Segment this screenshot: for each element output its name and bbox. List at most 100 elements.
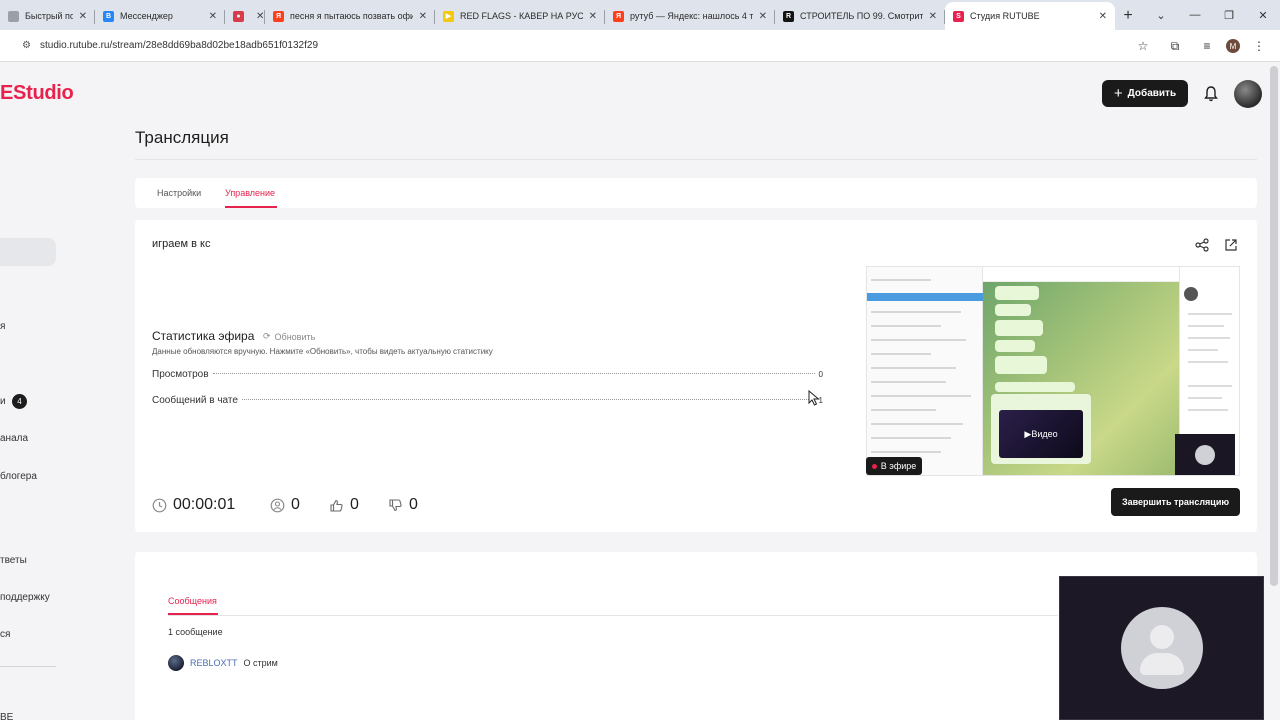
media-control-icon[interactable]: ≡ xyxy=(1194,33,1220,59)
webcam-overlay[interactable] xyxy=(1059,576,1264,720)
yandex-icon: Я xyxy=(273,10,284,22)
refresh-label: Обновить xyxy=(274,331,316,342)
restore-icon[interactable]: ❐ xyxy=(1212,0,1246,30)
browser-tab[interactable]: S Студия RUTUBE ✕ xyxy=(945,2,1115,30)
live-label: В эфире xyxy=(880,461,917,471)
browser-tab[interactable]: ▶ RED FLAGS - КАВЕР НА РУССК ✕ xyxy=(435,2,605,30)
logo-text: Studio xyxy=(13,82,74,104)
minimize-icon[interactable]: — xyxy=(1178,0,1212,30)
browser-tab-title: Быстрый поиск в ин xyxy=(25,11,73,21)
sidebar-item-2[interactable]: и xyxy=(0,396,6,407)
bookmark-star-icon[interactable]: ☆ xyxy=(1130,33,1156,59)
sidebar-item-6[interactable]: поддержку xyxy=(0,592,50,603)
sidebar-badge: 4 xyxy=(12,394,27,409)
url-field[interactable]: studio.rutube.ru/stream/28e8dd69ba8d02be… xyxy=(40,40,318,51)
tab-settings[interactable]: Настройки xyxy=(157,188,201,198)
live-dot-icon xyxy=(871,463,877,469)
browser-tab[interactable]: Быстрый поиск в ин ✕ xyxy=(0,2,95,30)
youtube-icon: ▶ xyxy=(443,10,454,22)
sidebar-item-8[interactable]: BE xyxy=(0,712,13,720)
notifications-bell-icon[interactable] xyxy=(1201,84,1221,104)
preview-line xyxy=(871,339,966,341)
stream-preview[interactable]: ▶ Видео xyxy=(866,266,1240,476)
browser-tab[interactable]: В Мессенджер ✕ xyxy=(95,2,225,30)
preview-line xyxy=(871,423,963,425)
stat-views-value: 0 xyxy=(818,370,823,379)
preview-webcam xyxy=(1175,434,1235,475)
add-button[interactable]: + Добавить xyxy=(1102,80,1188,107)
end-stream-button[interactable]: Завершить трансляцию xyxy=(1111,488,1240,516)
user-placeholder-icon xyxy=(1195,445,1215,465)
sidebar-item-5[interactable]: тветы xyxy=(0,555,27,566)
close-tab-icon[interactable]: ✕ xyxy=(419,11,427,22)
page-scrollbar[interactable] xyxy=(1270,66,1278,586)
browser-tab[interactable]: Япесня я пытаюсь позвать офи ✕ xyxy=(265,2,435,30)
preview-line xyxy=(1188,397,1222,399)
preview-selected-chat xyxy=(867,293,983,301)
play-icon: ▶ xyxy=(1024,428,1032,439)
dislikes-meter: 0 xyxy=(388,496,418,514)
browser-tab[interactable]: Ярутуб — Яндекс: нашлось 4 т ✕ xyxy=(605,2,775,30)
close-tab-icon[interactable]: ✕ xyxy=(589,11,597,22)
sidebar-item-4[interactable]: блогера xyxy=(0,471,37,482)
preview-line xyxy=(871,451,941,453)
preview-bubble xyxy=(995,340,1035,352)
mouse-cursor-icon xyxy=(808,390,820,406)
placeholder-head xyxy=(1149,625,1174,649)
preview-line xyxy=(1188,313,1232,315)
logo-mark: E xyxy=(0,82,14,104)
close-window-icon[interactable]: ✕ xyxy=(1246,0,1280,30)
message-text: О стрим xyxy=(243,658,278,668)
browser-tabbar: Быстрый поиск в ин✕ВМессенджер✕●✕Япесня … xyxy=(0,0,1280,30)
tab-manage[interactable]: Управление xyxy=(225,188,275,198)
add-button-label: Добавить xyxy=(1127,88,1177,99)
viewers-meter: 0 xyxy=(270,496,300,514)
browser-tab-title: песня я пытаюсь позвать офи xyxy=(290,11,413,21)
browser-tab[interactable]: R СТРОИТЕЛЬ ПО 99. Смотрите ✕ xyxy=(775,2,945,30)
message-count: 1 сообщение xyxy=(168,627,223,637)
preview-line xyxy=(871,409,936,411)
sidebar-item-3[interactable]: анала xyxy=(0,433,28,444)
user-placeholder-icon xyxy=(1120,607,1203,689)
preview-bubble xyxy=(995,286,1039,300)
sidebar-item-1[interactable]: я xyxy=(0,321,5,332)
tab-messages[interactable]: Сообщения xyxy=(168,596,217,606)
close-tab-icon[interactable]: ✕ xyxy=(209,11,217,22)
close-tab-icon[interactable]: ✕ xyxy=(256,11,264,22)
address-bar: ⚙ studio.rutube.ru/stream/28e8dd69ba8d02… xyxy=(0,30,1280,62)
title-divider xyxy=(135,159,1257,160)
close-tab-icon[interactable]: ✕ xyxy=(929,11,937,22)
extensions-icon[interactable]: ⧉ xyxy=(1162,33,1188,59)
close-tab-icon[interactable]: ✕ xyxy=(759,11,767,22)
preview-line xyxy=(1188,361,1228,363)
sidebar-item-7[interactable]: ся xyxy=(0,629,10,640)
vk-icon: В xyxy=(103,10,114,22)
profile-avatar[interactable]: M xyxy=(1226,39,1240,53)
chevron-down-icon[interactable]: ⌄ xyxy=(1144,0,1178,30)
close-tab-icon[interactable]: ✕ xyxy=(1099,11,1107,22)
message-avatar[interactable] xyxy=(168,655,184,671)
preview-line xyxy=(871,381,946,383)
open-external-icon[interactable] xyxy=(1224,238,1238,252)
window-controls: ⌄ — ❐ ✕ xyxy=(1144,0,1280,30)
preview-bubble xyxy=(995,320,1043,336)
user-avatar[interactable] xyxy=(1234,80,1262,108)
duration-value: 00:00:01 xyxy=(173,496,236,513)
close-tab-icon[interactable]: ✕ xyxy=(79,11,87,22)
site-settings-icon[interactable]: ⚙ xyxy=(22,40,34,52)
more-menu-icon[interactable]: ⋮ xyxy=(1246,33,1272,59)
sidebar-active-item[interactable] xyxy=(0,238,56,266)
browser-tab-title: Мессенджер xyxy=(120,11,173,21)
preview-chat-area: ▶ Видео xyxy=(983,282,1179,475)
refresh-button[interactable]: ⟳ Обновить xyxy=(263,331,315,342)
share-icon[interactable] xyxy=(1195,238,1209,252)
browser-tab[interactable]: ● ✕ xyxy=(225,2,265,30)
new-tab-icon[interactable]: + xyxy=(1115,2,1141,30)
preview-line xyxy=(1188,349,1218,351)
rutube-studio-logo[interactable]: EStudio xyxy=(0,82,74,105)
likes-meter: 0 xyxy=(329,496,359,514)
placeholder-body xyxy=(1139,653,1184,675)
clock-icon xyxy=(152,498,167,512)
dislikes-value: 0 xyxy=(409,496,418,513)
message-author[interactable]: REBLOXTT xyxy=(190,658,238,668)
